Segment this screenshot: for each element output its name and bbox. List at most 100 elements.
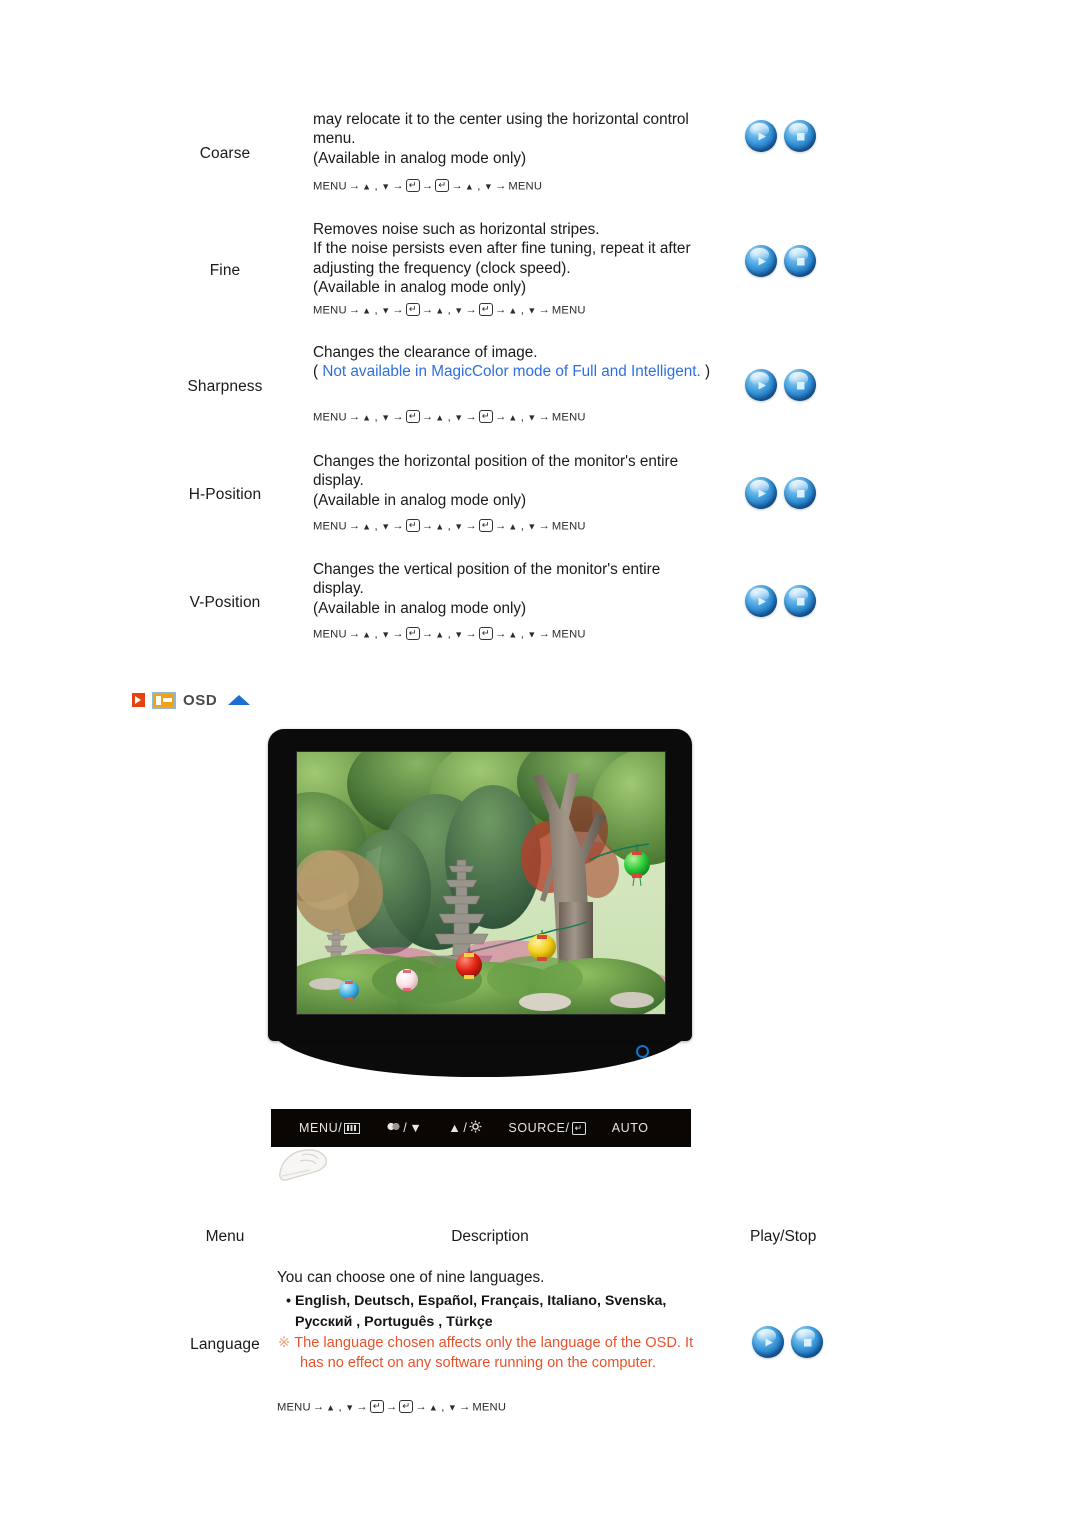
play-stop-buttons-coarse	[745, 120, 821, 154]
monitor-screen	[296, 751, 666, 1015]
hand-pointer-graphic	[272, 1143, 336, 1187]
nav-menu-text-end: MENU	[551, 628, 586, 641]
nav-path-sharpness: MENU → ▲ , ▼ → ↵ → ▲ , ▼ → ↵ → ▲ , ▼ → MENU	[313, 410, 586, 424]
table-header-menu: Menu	[205, 1228, 245, 1245]
description-sharpness: Changes the clearance of image. ( Not av…	[313, 343, 713, 382]
desc-line: adjusting the frequency (clock speed).	[313, 259, 571, 277]
nav-menu-text: MENU	[277, 1401, 311, 1414]
bullet-icon: •	[286, 1293, 291, 1309]
play-button[interactable]	[745, 369, 777, 401]
nav-menu-text: MENU	[313, 180, 347, 193]
garden-photo	[297, 752, 665, 1014]
menu-button[interactable]: MENU/	[299, 1121, 361, 1135]
nav-menu-text-end: MENU	[551, 411, 586, 424]
power-indicator-led	[636, 1045, 649, 1058]
red-arrow-marker-icon	[132, 693, 145, 707]
menu-label-h-position: H-Position	[188, 486, 262, 503]
desc-note-blue: ( Not available in MagicColor mode of Fu…	[313, 362, 713, 381]
nav-menu-text-end: MENU	[508, 180, 543, 193]
nav-menu-text-end: MENU	[551, 304, 586, 317]
osd-screen-icon	[152, 691, 176, 709]
table-header-play-stop: Play/Stop	[750, 1228, 817, 1245]
up-brightness-button[interactable]: ▲ /	[448, 1120, 482, 1136]
nav-menu-text-end: MENU	[472, 1401, 507, 1414]
magicbright-icon	[386, 1121, 401, 1135]
auto-button-label: AUTO	[611, 1121, 649, 1135]
language-list-line1: • English, Deutsch, Español, Français, It…	[286, 1291, 736, 1312]
nav-path-fine: MENU → ▲ , ▼ → ↵ → ▲ , ▼ → ↵ → ▲ , ▼ → MENU	[313, 303, 586, 317]
warning-line2-text: has no effect on any software running on…	[300, 1354, 656, 1371]
desc-line: display.	[313, 472, 364, 490]
nav-menu-text: MENU	[313, 520, 347, 533]
note-open-paren: (	[313, 363, 319, 381]
down-triangle-icon: ▼	[409, 1121, 423, 1135]
menu-label-fine: Fine	[209, 262, 241, 279]
scroll-to-top-icon[interactable]	[228, 695, 251, 705]
menu-button-label: MENU/	[299, 1121, 343, 1135]
play-button[interactable]	[745, 120, 777, 152]
menu-label-v-position: V-Position	[189, 594, 261, 611]
source-button-label: SOURCE/	[508, 1121, 570, 1135]
play-button[interactable]	[745, 477, 777, 509]
desc-line: (Available in analog mode only)	[313, 491, 527, 509]
nav-menu-text: MENU	[313, 411, 347, 424]
description-v-position: Changes the vertical position of the mon…	[313, 560, 713, 618]
play-button[interactable]	[745, 585, 777, 617]
table-header-row: Menu Description Play/Stop	[0, 1228, 1080, 1248]
play-stop-buttons-h-position	[745, 477, 821, 511]
nav-path-h-position: MENU → ▲ , ▼ → ↵ → ▲ , ▼ → ↵ → ▲ , ▼ → MENU	[313, 519, 586, 533]
play-button[interactable]	[745, 245, 777, 277]
desc-line: Removes noise such as horizontal stripes…	[313, 221, 600, 238]
auto-button[interactable]: AUTO	[612, 1121, 649, 1135]
language-line2-text: Русский , Português , Türkçe	[295, 1314, 493, 1330]
language-intro: You can choose one of nine languages.	[277, 1269, 545, 1286]
monitor-illustration	[268, 729, 692, 1077]
play-stop-buttons-v-position	[745, 585, 821, 619]
asterisk-note-icon: ※	[278, 1335, 291, 1351]
menu-label-coarse: Coarse	[199, 145, 251, 162]
nav-path-v-position: MENU → ▲ , ▼ → ↵ → ▲ , ▼ → ↵ → ▲ , ▼ → MENU	[313, 627, 586, 641]
table-header-description: Description	[451, 1228, 529, 1245]
warning-line1: ※ The language chosen affects only the la…	[278, 1334, 738, 1354]
monitor-control-panel: MENU/ / ▼ ▲ / SOURCE/↵ AUTO	[271, 1109, 691, 1147]
description-coarse: may relocate it to the center using the …	[313, 110, 713, 168]
language-warning: ※ The language chosen affects only the la…	[278, 1334, 738, 1373]
note-text: Not available in MagicColor mode of Full…	[322, 363, 701, 381]
language-list: • English, Deutsch, Español, Français, It…	[286, 1291, 736, 1333]
osd-section-heading: OSD	[132, 686, 251, 714]
stop-button[interactable]	[784, 585, 816, 617]
stop-button[interactable]	[784, 120, 816, 152]
enter-key-icon: ↵	[571, 1121, 586, 1135]
brightness-sun-icon	[469, 1120, 482, 1136]
warning-line1-text: The language chosen affects only the lan…	[294, 1335, 694, 1351]
nav-path-language: MENU → ▲ , ▼ → ↵ → ↵ → ▲ , ▼ → MENU	[277, 1400, 507, 1414]
desc-line: (Available in analog mode only)	[313, 149, 527, 167]
play-stop-buttons-language	[752, 1326, 828, 1360]
play-button[interactable]	[752, 1326, 784, 1358]
lantern-white	[396, 969, 418, 991]
monitor-bezel	[268, 729, 692, 1041]
stop-button[interactable]	[791, 1326, 823, 1358]
desc-line: Changes the clearance of image.	[313, 344, 538, 361]
description-h-position: Changes the horizontal position of the m…	[313, 452, 713, 510]
up-triangle-icon: ▲	[448, 1121, 462, 1135]
menu-bars-icon	[344, 1122, 361, 1134]
source-button[interactable]: SOURCE/↵	[508, 1121, 586, 1135]
note-close-paren: )	[704, 363, 711, 381]
nav-menu-text-end: MENU	[551, 520, 586, 533]
lantern-blue	[339, 980, 359, 1000]
down-magicbright-button[interactable]: / ▼	[386, 1121, 422, 1135]
desc-line: (Available in analog mode only)	[313, 599, 527, 617]
desc-line: If the noise persists even after fine tu…	[313, 240, 691, 258]
language-line1-text: English, Deutsch, Español, Français, Ita…	[295, 1293, 667, 1309]
stop-button[interactable]	[784, 369, 816, 401]
menu-label-sharpness: Sharpness	[187, 378, 263, 395]
nav-path-coarse: MENU → ▲ , ▼ → ↵ → ↵ → ▲ , ▼ → MENU	[313, 179, 543, 193]
osd-title: OSD	[183, 691, 218, 709]
stop-button[interactable]	[784, 245, 816, 277]
stop-button[interactable]	[784, 477, 816, 509]
down-button-label: /	[403, 1121, 408, 1135]
desc-line: Changes the vertical position of the mon…	[313, 561, 661, 578]
desc-line: display.	[313, 580, 364, 598]
play-stop-buttons-fine	[745, 245, 821, 279]
